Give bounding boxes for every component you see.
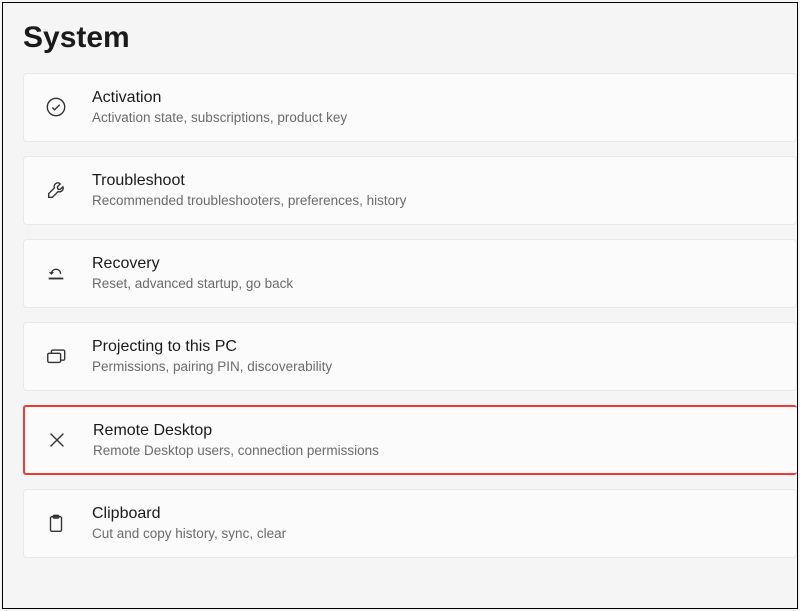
item-subtitle: Reset, advanced startup, go back	[92, 276, 293, 293]
item-subtitle: Permissions, pairing PIN, discoverabilit…	[92, 359, 332, 376]
settings-item-activation[interactable]: Activation Activation state, subscriptio…	[23, 73, 797, 142]
item-title: Clipboard	[92, 504, 286, 524]
item-title: Projecting to this PC	[92, 337, 332, 357]
projecting-icon	[42, 345, 70, 367]
item-subtitle: Activation state, subscriptions, product…	[92, 110, 347, 127]
clipboard-icon	[42, 513, 70, 535]
remote-desktop-icon	[43, 429, 71, 451]
settings-item-projecting[interactable]: Projecting to this PC Permissions, pairi…	[23, 322, 797, 391]
page-title: System	[3, 3, 797, 73]
item-title: Recovery	[92, 254, 293, 274]
item-title: Activation	[92, 88, 347, 108]
settings-item-clipboard[interactable]: Clipboard Cut and copy history, sync, cl…	[23, 489, 797, 558]
settings-item-troubleshoot[interactable]: Troubleshoot Recommended troubleshooters…	[23, 156, 797, 225]
settings-list: Activation Activation state, subscriptio…	[3, 73, 797, 558]
item-subtitle: Cut and copy history, sync, clear	[92, 526, 286, 543]
item-title: Troubleshoot	[92, 171, 406, 191]
item-subtitle: Remote Desktop users, connection permiss…	[93, 443, 379, 460]
settings-item-remote-desktop[interactable]: Remote Desktop Remote Desktop users, con…	[23, 405, 797, 476]
item-title: Remote Desktop	[93, 421, 379, 441]
check-circle-icon	[42, 96, 70, 118]
wrench-icon	[42, 179, 70, 201]
item-subtitle: Recommended troubleshooters, preferences…	[92, 193, 406, 210]
recovery-icon	[42, 262, 70, 284]
settings-item-recovery[interactable]: Recovery Reset, advanced startup, go bac…	[23, 239, 797, 308]
